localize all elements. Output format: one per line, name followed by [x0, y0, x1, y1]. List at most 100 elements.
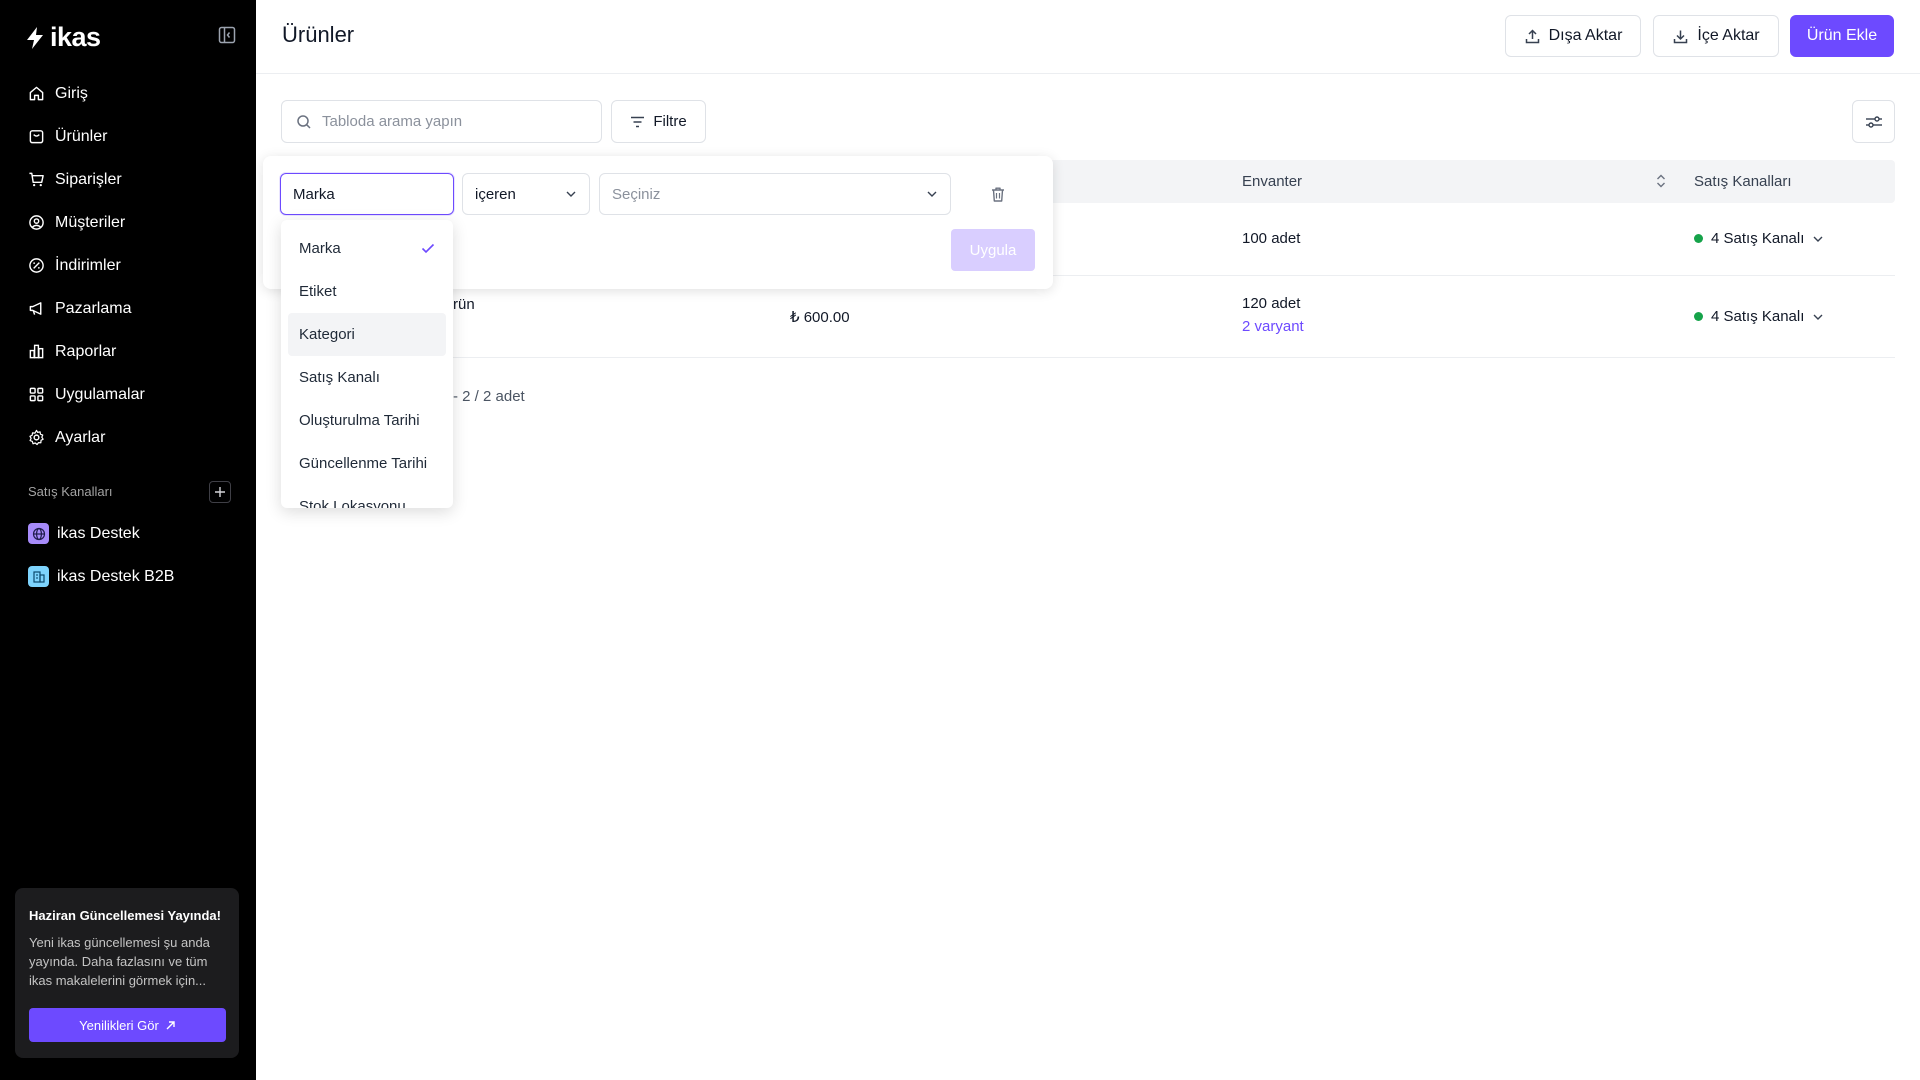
- sidebar-item-uygulamalar[interactable]: Uygulamalar: [18, 373, 240, 416]
- channel-ikas-destek-b2b[interactable]: ikas Destek B2B: [28, 566, 174, 587]
- apps-grid-icon: [29, 387, 44, 402]
- filter-value-select[interactable]: Seçiniz: [599, 173, 951, 215]
- filter-label: Filtre: [653, 113, 687, 130]
- option-label: Güncellenme Tarihi: [299, 455, 428, 472]
- cart-icon: [29, 172, 44, 187]
- export-label: Dışa Aktar: [1548, 27, 1623, 44]
- channel-ikas-destek[interactable]: ikas Destek: [28, 523, 140, 544]
- column-header-channels[interactable]: Satış Kanalları: [1694, 173, 1792, 190]
- sidebar-item-raporlar[interactable]: Raporlar: [18, 330, 240, 373]
- price-cell: ₺ 600.00: [790, 309, 850, 326]
- dropdown-option-stok-lokasyonu[interactable]: Stok Lokasyonu: [288, 485, 446, 508]
- variants-link[interactable]: 2 varyant: [1242, 318, 1304, 335]
- dropdown-option-satis-kanali[interactable]: Satış Kanalı: [288, 356, 446, 399]
- globe-icon: [28, 523, 49, 544]
- trash-icon: [992, 187, 1004, 202]
- sidebar-item-label: Pazarlama: [55, 299, 132, 317]
- filter-button[interactable]: Filtre: [611, 100, 706, 143]
- table-search[interactable]: [281, 100, 602, 143]
- gear-icon: [29, 429, 44, 446]
- import-button[interactable]: İçe Aktar: [1653, 15, 1779, 57]
- channels-cell-label: 4 Satış Kanalı: [1711, 230, 1805, 247]
- filter-value-placeholder: Seçiniz: [612, 185, 661, 203]
- sidebar-collapse-icon[interactable]: [218, 26, 240, 48]
- sliders-icon: [1865, 115, 1882, 128]
- sidebar-item-giris[interactable]: Giriş: [18, 72, 240, 115]
- sidebar-item-label: Ayarlar: [55, 428, 106, 446]
- logo-text: ikas: [50, 22, 101, 52]
- see-updates-label: Yenilikleri Gör: [79, 1017, 159, 1033]
- add-product-button[interactable]: Ürün Ekle: [1790, 15, 1894, 57]
- promo-text: Yeni ikas güncellemesi şu anda yayında. …: [29, 935, 210, 988]
- status-dot: [1694, 234, 1703, 243]
- upload-icon: [1525, 28, 1539, 43]
- export-button[interactable]: Dışa Aktar: [1505, 15, 1641, 57]
- sidebar-item-indirimler[interactable]: İndirimler: [18, 244, 240, 287]
- chart-icon: [29, 344, 44, 359]
- check-icon: [421, 243, 435, 254]
- sidebar-item-label: Siparişler: [55, 170, 122, 188]
- sidebar-item-label: Uygulamalar: [55, 385, 145, 403]
- sidebar-item-siparisler[interactable]: Siparişler: [18, 158, 240, 201]
- inventory-cell: 120 adet: [1242, 295, 1301, 312]
- option-label: Marka: [299, 240, 341, 257]
- add-product-label: Ürün Ekle: [1806, 27, 1878, 44]
- option-label: Kategori: [299, 326, 355, 343]
- user-circle-icon: [29, 215, 44, 230]
- sidebar-item-pazarlama[interactable]: Pazarlama: [18, 287, 240, 330]
- option-label: Oluşturulma Tarihi: [299, 412, 420, 429]
- delete-filter-button[interactable]: [990, 186, 1006, 203]
- column-header-inventory[interactable]: Envanter: [1242, 173, 1302, 190]
- add-channel-button[interactable]: [209, 481, 231, 503]
- home-icon: [29, 86, 44, 101]
- sidebar-item-label: Raporlar: [55, 342, 117, 360]
- dropdown-option-guncellenme-tarihi[interactable]: Güncellenme Tarihi: [288, 442, 446, 485]
- plus-icon: [215, 487, 225, 497]
- filter-field-input[interactable]: Marka: [280, 173, 454, 215]
- apply-filter-button[interactable]: Uygula: [951, 229, 1035, 271]
- filter-icon: [631, 116, 645, 127]
- column-settings-button[interactable]: [1852, 100, 1895, 143]
- dropdown-option-kategori[interactable]: Kategori: [288, 313, 446, 356]
- pagination-info: - 2 / 2 adet: [453, 388, 525, 405]
- chevron-down-icon: [566, 191, 576, 197]
- see-updates-button[interactable]: Yenilikleri Gör: [29, 1008, 226, 1042]
- search-input[interactable]: [322, 113, 582, 130]
- ikas-logo[interactable]: ikas: [24, 22, 101, 53]
- channel-label: ikas Destek B2B: [57, 567, 175, 585]
- sidebar-item-ayarlar[interactable]: Ayarlar: [18, 416, 240, 459]
- status-dot: [1694, 312, 1703, 321]
- inventory-cell: 100 adet: [1242, 230, 1301, 247]
- filter-field-dropdown: Marka Etiket Kategori Satış Kanalı Oluşt…: [281, 220, 453, 508]
- option-label: Etiket: [299, 283, 337, 300]
- filter-operator-value: içeren: [475, 185, 516, 203]
- sort-icon[interactable]: [1655, 173, 1667, 189]
- dropdown-option-marka[interactable]: Marka: [288, 227, 446, 270]
- sidebar-item-label: İndirimler: [55, 256, 121, 274]
- channel-label: ikas Destek: [57, 524, 140, 542]
- channels-title: Satış Kanalları: [28, 484, 113, 499]
- product-name-cell[interactable]: rün: [453, 296, 475, 313]
- apply-filter-label: Uygula: [969, 241, 1017, 259]
- discount-icon: [29, 258, 44, 273]
- channels-cell[interactable]: 4 Satış Kanalı: [1694, 230, 1824, 247]
- channels-cell[interactable]: 4 Satış Kanalı: [1694, 308, 1824, 325]
- dropdown-option-olusturulma-tarihi[interactable]: Oluşturulma Tarihi: [288, 399, 446, 442]
- dropdown-option-etiket[interactable]: Etiket: [288, 270, 446, 313]
- bolt-icon: [27, 26, 43, 49]
- sidebar-item-urunler[interactable]: Ürünler: [18, 115, 240, 158]
- search-icon: [297, 114, 311, 129]
- sidebar: ikas Giriş Ürünler Siparişler Müşteriler…: [0, 0, 256, 1080]
- external-arrow-icon: [166, 1020, 175, 1029]
- filter-operator-select[interactable]: içeren: [462, 173, 590, 215]
- page-header: Ürünler Dışa Aktar İçe Aktar Ürün Ekle: [256, 0, 1920, 74]
- option-label: Stok Lokasyonu: [299, 498, 406, 508]
- page-title: Ürünler: [282, 22, 355, 47]
- option-label: Satış Kanalı: [299, 369, 380, 386]
- chevron-down-icon: [1813, 314, 1823, 320]
- download-icon: [1674, 30, 1688, 43]
- sidebar-item-label: Müşteriler: [55, 213, 126, 231]
- sidebar-item-musteriler[interactable]: Müşteriler: [18, 201, 240, 244]
- promo-title: Haziran Güncellemesi Yayında!: [29, 908, 221, 923]
- sidebar-item-label: Ürünler: [55, 127, 108, 145]
